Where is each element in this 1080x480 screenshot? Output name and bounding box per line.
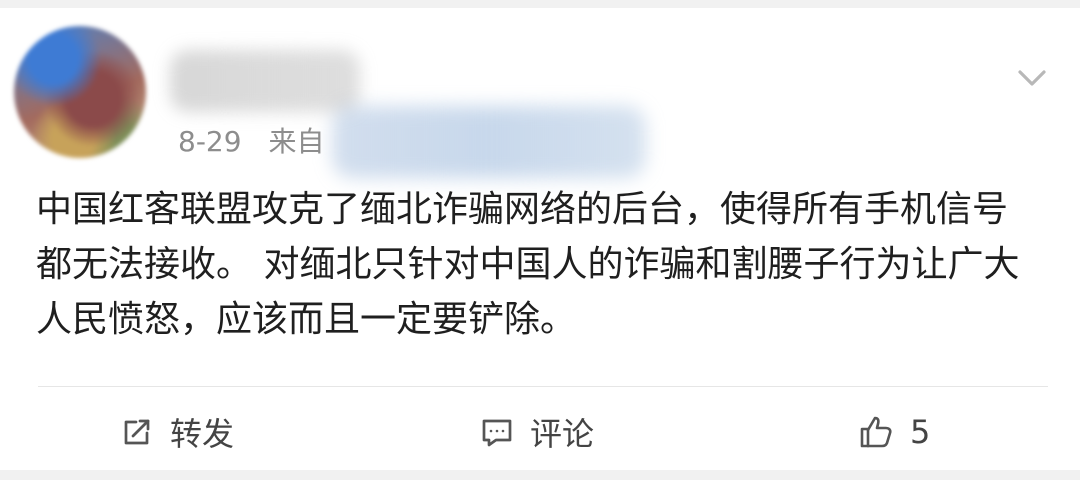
share-icon: [124, 419, 150, 445]
post-date: 8-29: [178, 125, 242, 158]
blurred-source: [332, 106, 646, 178]
repost-label: 转发: [170, 415, 235, 453]
comment-label: 评论: [530, 415, 595, 453]
thumbs-up-icon: [860, 416, 892, 448]
blurred-username: [170, 50, 360, 112]
comment-button[interactable]: 评论: [478, 406, 594, 458]
action-divider: [38, 386, 1048, 387]
post-content: 中国红客联盟攻克了缅北诈骗网络的后台，使得所有手机信号都无法接收。 对缅北只针对…: [36, 189, 1020, 340]
post-meta: 8-29 来自: [178, 124, 324, 160]
repost-button[interactable]: 转发: [118, 406, 234, 458]
avatar[interactable]: [14, 26, 146, 158]
like-button[interactable]: 5: [856, 406, 930, 458]
post-source-prefix: 来自: [268, 125, 325, 158]
post-card: 8-29 来自 中国红客联盟攻克了缅北诈骗网络的后台，使得所有手机信号都无法接收…: [0, 8, 1080, 470]
like-count: 5: [910, 413, 931, 451]
comment-icon: [482, 419, 512, 447]
chevron-down-icon[interactable]: [1010, 56, 1054, 100]
